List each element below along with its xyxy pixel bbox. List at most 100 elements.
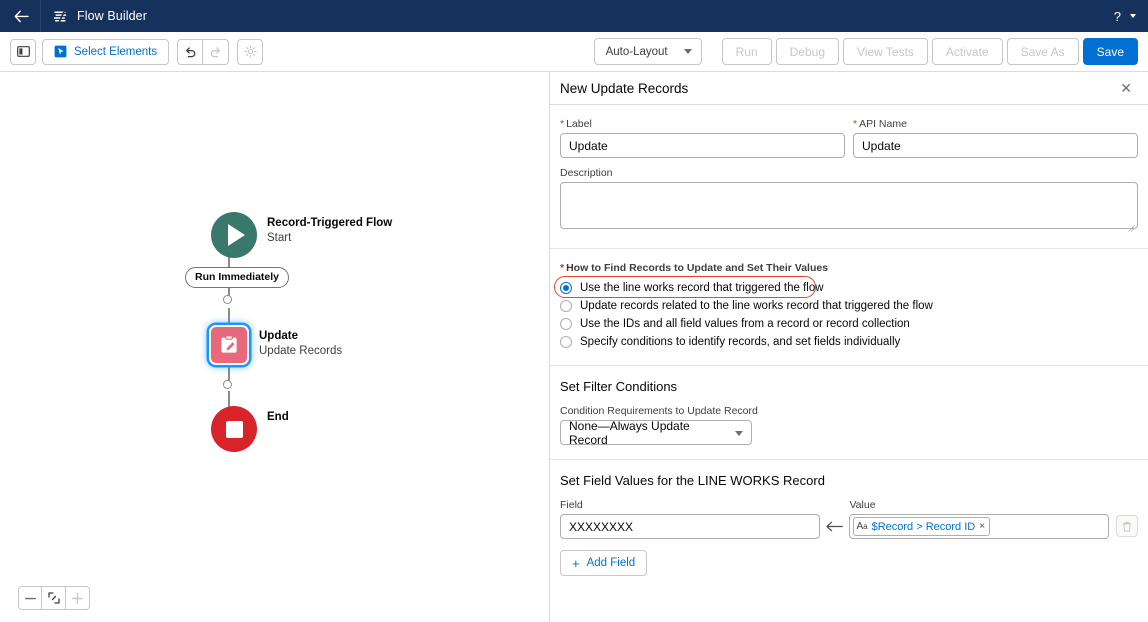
value-pill[interactable]: Aa $Record > Record ID × <box>853 517 991 536</box>
radio-option-label: Use the IDs and all field values from a … <box>580 317 910 330</box>
connector-add-dot-1[interactable] <box>223 295 232 304</box>
cursor-select-icon <box>54 45 67 58</box>
start-node-labels: Record-Triggered Flow Start <box>267 212 392 246</box>
zoom-out-button[interactable] <box>18 586 42 610</box>
help-icon[interactable]: ? <box>1114 9 1121 24</box>
end-node-labels: End <box>267 406 289 425</box>
zoom-to-fit-button[interactable] <box>42 586 66 610</box>
save-as-button: Save As <box>1006 38 1079 65</box>
close-icon[interactable]: ✕ <box>1120 81 1132 95</box>
add-field-label: Add Field <box>586 557 636 569</box>
zoom-controls <box>18 586 90 610</box>
end-node[interactable]: End <box>211 406 289 452</box>
description-field-label: Description <box>560 167 613 179</box>
run-immediately-badge[interactable]: Run Immediately <box>185 267 290 288</box>
update-node-subtitle: Update Records <box>259 345 343 358</box>
debug-button: Debug <box>775 38 839 65</box>
panel-header: New Update Records ✕ <box>550 72 1148 105</box>
field-input[interactable] <box>560 514 820 539</box>
run-button: Run <box>721 38 772 65</box>
description-field-group: Description <box>560 167 1138 234</box>
header-right-actions: ? <box>1114 9 1136 24</box>
update-node-title: Update <box>259 330 298 342</box>
panel-toggle-button[interactable] <box>10 38 36 65</box>
field-values-section-title: Set Field Values for the LINE WORKS Reco… <box>560 473 825 488</box>
api-name-field-label: * API Name <box>853 118 907 130</box>
update-node-labels: Update Update Records <box>259 325 342 359</box>
text-type-icon: Aa <box>856 520 868 532</box>
select-elements-button[interactable]: Select Elements <box>42 38 170 65</box>
add-field-button[interactable]: + Add Field <box>560 550 648 576</box>
update-node-tile <box>209 325 249 365</box>
start-node[interactable]: Record-Triggered Flow Start <box>211 212 392 258</box>
condition-requirements-label: Condition Requirements to Update Record <box>560 405 758 417</box>
value-pill-label: $Record > Record ID <box>871 520 976 533</box>
panel-title: New Update Records <box>560 80 689 96</box>
connector-dot2-to-end <box>228 391 230 407</box>
flow-canvas[interactable]: Record-Triggered Flow Start Run Immediat… <box>0 72 550 622</box>
plus-icon <box>72 592 83 604</box>
value-pill-remove-icon[interactable]: × <box>979 521 985 532</box>
update-node[interactable]: Update Update Records <box>209 325 342 365</box>
radio-unselected-icon <box>560 317 572 330</box>
plus-icon: + <box>572 555 580 571</box>
required-asterisk: * <box>560 262 565 274</box>
how-to-find-section: * How to Find Records to Update and Set T… <box>550 249 1148 366</box>
how-to-find-label: * How to Find Records to Update and Set T… <box>560 262 829 274</box>
update-records-clipboard-icon <box>221 335 237 353</box>
app-title: Flow Builder <box>77 9 147 23</box>
start-node-circle <box>211 212 257 258</box>
radio-option-specify-conditions[interactable]: Specify conditions to identify records, … <box>560 333 1138 350</box>
radio-option-use-triggering-record[interactable]: Use the line works record that triggered… <box>560 279 1138 296</box>
help-chevron-down-icon[interactable] <box>1130 14 1136 18</box>
value-label: Value <box>849 499 876 511</box>
api-name-input[interactable] <box>853 133 1138 158</box>
radio-option-label: Update records related to the line works… <box>580 299 933 312</box>
label-input[interactable] <box>560 133 845 158</box>
condition-requirements-select[interactable]: None—Always Update Record <box>560 418 752 447</box>
condition-requirements-value: None—Always Update Record <box>569 418 690 447</box>
radio-unselected-icon <box>560 299 572 312</box>
description-textarea[interactable] <box>560 182 1138 229</box>
play-icon <box>228 224 245 246</box>
stop-square-icon <box>225 420 243 438</box>
arrow-left-icon <box>14 10 29 22</box>
label-field-group: * Label <box>560 118 845 158</box>
header-divider <box>40 0 41 32</box>
flow-toolbar: Select Elements Auto-Layout Run Debug Vi… <box>0 32 1148 72</box>
radio-selected-icon <box>560 281 572 294</box>
label-api-row: *Label *API Name <box>560 118 1138 158</box>
update-records-property-panel: New Update Records ✕ *Label *API Name De… <box>550 72 1148 622</box>
start-node-subtitle: Start <box>267 232 292 245</box>
back-button[interactable] <box>8 3 34 29</box>
app-header: Flow Builder ? <box>0 0 1148 32</box>
connector-dot-to-update <box>228 308 230 326</box>
layout-mode-dropdown[interactable]: Auto-Layout <box>593 38 702 65</box>
field-values-section: Set Field Values for the LINE WORKS Reco… <box>550 460 1148 590</box>
radio-option-label: Use the line works record that triggered… <box>580 281 824 294</box>
layout-mode-label: Auto-Layout <box>605 45 668 58</box>
value-column: Value Aa $Record > Record ID × <box>849 499 1110 539</box>
label-field-label: * Label <box>560 118 592 130</box>
radio-option-ids-and-values[interactable]: Use the IDs and all field values from a … <box>560 315 1138 332</box>
end-node-circle <box>211 406 257 452</box>
required-asterisk: * <box>560 118 565 130</box>
undo-icon <box>185 46 195 57</box>
undo-button[interactable] <box>177 38 204 65</box>
layout-chevron-down-icon <box>683 49 692 54</box>
save-button[interactable]: Save <box>1082 38 1138 65</box>
fit-to-view-icon <box>47 592 60 604</box>
condition-requirements-select-wrapper: None—Always Update Record <box>560 418 752 447</box>
chevron-down-icon <box>735 431 743 436</box>
assignment-arrow-left-icon <box>820 519 850 539</box>
value-combobox[interactable]: Aa $Record > Record ID × <box>849 514 1110 539</box>
basic-info-section: *Label *API Name Description <box>550 105 1148 249</box>
delete-field-row-button <box>1116 515 1138 537</box>
start-node-title: Record-Triggered Flow <box>267 217 393 229</box>
required-asterisk: * <box>853 118 858 130</box>
main-body: Record-Triggered Flow Start Run Immediat… <box>0 72 1148 622</box>
connector-add-dot-2[interactable] <box>223 380 232 389</box>
radio-option-related-records[interactable]: Update records related to the line works… <box>560 297 1138 314</box>
settings-button <box>237 38 264 65</box>
flow-action-buttons: Run Debug View Tests Activate Save As Sa… <box>718 38 1138 65</box>
